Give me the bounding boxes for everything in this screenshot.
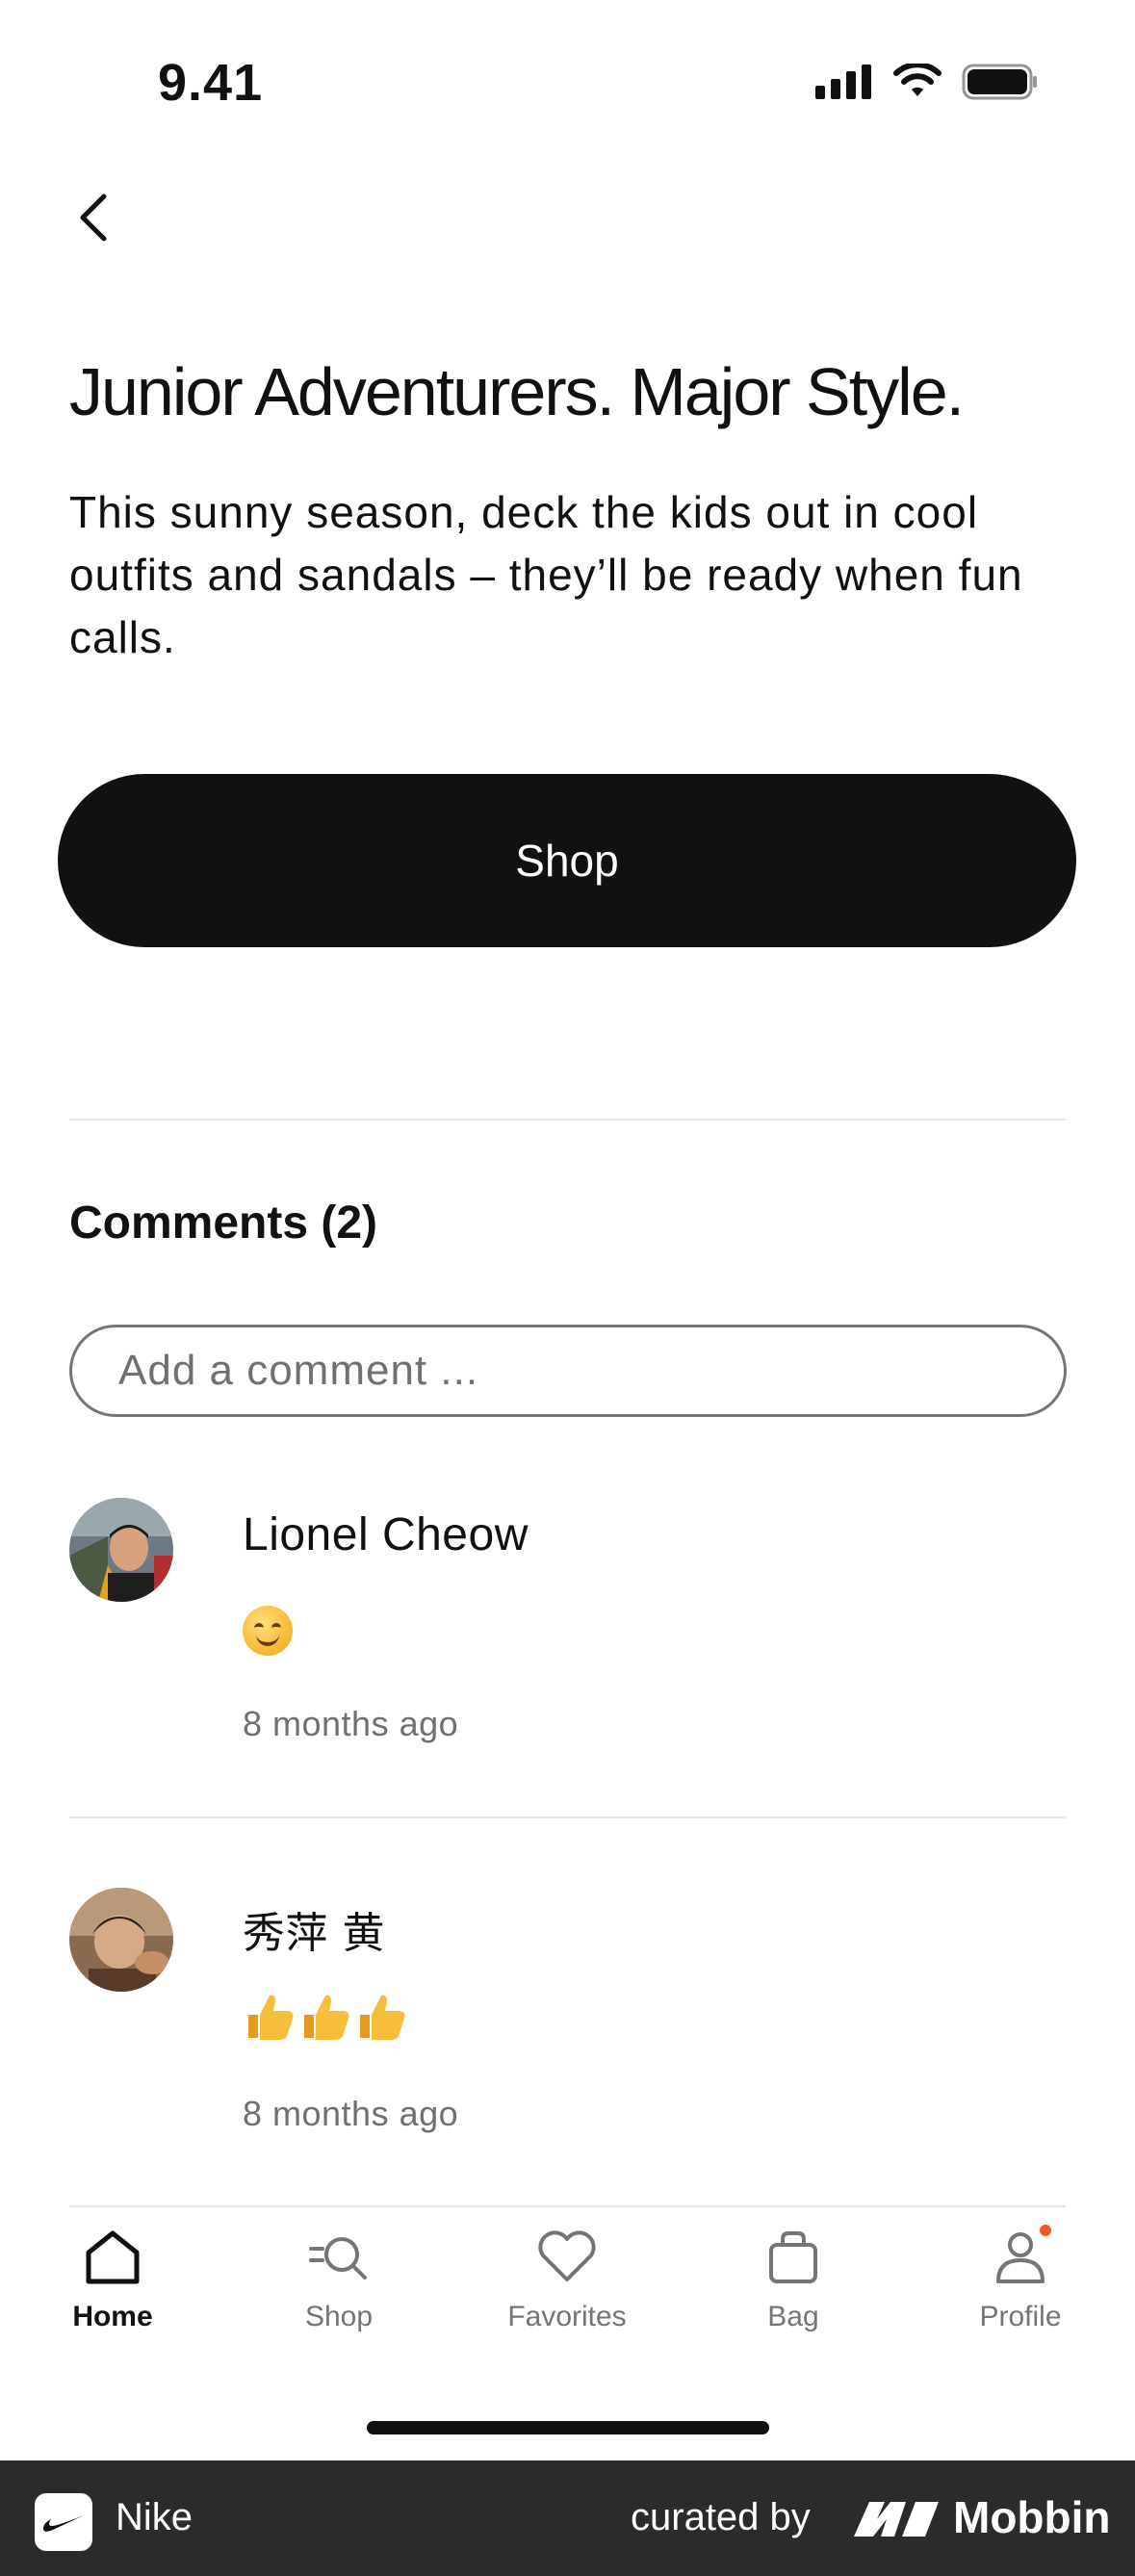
tab-label: Shop — [304, 2301, 374, 2332]
chevron-left-icon — [80, 193, 107, 242]
comment-timestamp: 8 months ago — [243, 2094, 459, 2133]
profile-icon — [996, 2225, 1051, 2283]
bag-icon — [769, 2231, 817, 2283]
search-icon — [309, 2237, 367, 2280]
tab-label: Home — [72, 2301, 153, 2332]
divider — [69, 1816, 1066, 1818]
comment-timestamp: 8 months ago — [243, 1704, 459, 1743]
comment-input[interactable] — [69, 1325, 1067, 1417]
comment-author: 秀萍 黄 — [243, 1909, 385, 1958]
bottom-nav: Home Shop Favorites Bag Profile — [0, 2204, 1135, 2378]
thumbs-up-emoji-icon — [304, 1995, 349, 2040]
thumbs-up-emoji-icon — [248, 1995, 294, 2040]
story-description: This sunny season, deck the kids out in … — [69, 487, 1023, 662]
comment-author: Lionel Cheow — [243, 1509, 529, 1560]
nike-logo — [35, 2493, 92, 2551]
tab-label: Favorites — [507, 2301, 627, 2332]
back-button[interactable] — [69, 189, 117, 246]
heart-icon — [538, 2230, 596, 2281]
comment-text: 😊 — [243, 1606, 293, 1666]
page-title: Junior Adventurers. Major Style. — [69, 354, 965, 429]
tab-favorites[interactable]: Favorites — [471, 2224, 663, 2358]
home-indicator — [367, 2421, 769, 2434]
swoosh-icon — [43, 2515, 84, 2532]
battery-icon — [962, 64, 1037, 100]
signal-icon — [815, 64, 871, 99]
status-time: 9.41 — [158, 54, 264, 112]
tab-bag[interactable]: Bag — [697, 2224, 890, 2358]
tab-home[interactable]: Home — [16, 2224, 209, 2358]
tab-shop[interactable]: Shop — [243, 2224, 435, 2358]
avatar[interactable] — [69, 1888, 173, 1992]
tab-label: Bag — [767, 2301, 819, 2332]
notification-dot — [1040, 2225, 1051, 2236]
mobbin-logo-icon — [854, 2502, 939, 2537]
divider — [69, 1119, 1066, 1121]
status-icons — [815, 64, 1039, 100]
tab-label: Profile — [979, 2301, 1062, 2332]
avatar[interactable] — [69, 1498, 173, 1602]
shop-button[interactable]: Shop — [58, 774, 1076, 947]
thumbs-up-emoji-icon — [360, 1995, 405, 2040]
footer-curated-label: curated by — [631, 2496, 811, 2538]
comments-title: Comments (2) — [69, 1198, 378, 1249]
wifi-icon — [893, 64, 942, 96]
footer-app-name: Nike — [116, 2496, 193, 2538]
home-icon — [86, 2230, 140, 2284]
tab-profile[interactable]: Profile — [924, 2224, 1117, 2358]
comment-text: 👍👍👍 — [243, 1990, 408, 2044]
smiley-emoji-icon — [243, 1606, 293, 1656]
footer-brand-name: Mobbin — [953, 2492, 1111, 2542]
